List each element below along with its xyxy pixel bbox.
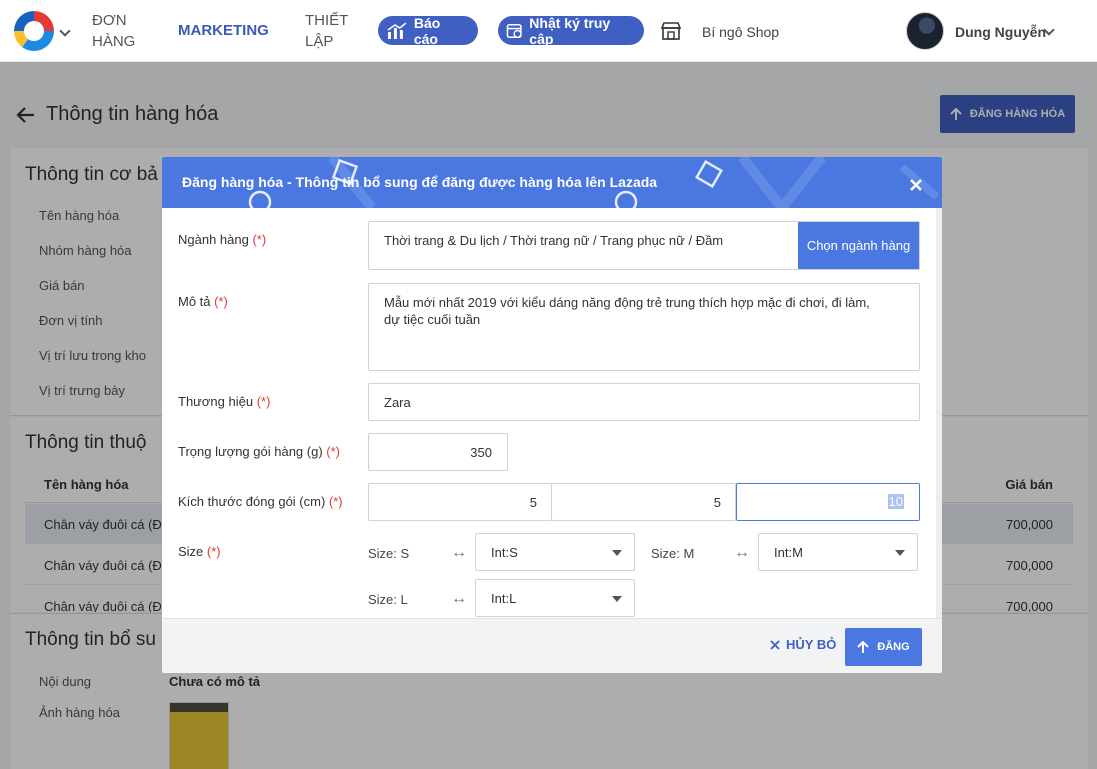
dimension-length-value: 5 bbox=[529, 495, 537, 510]
description-textarea[interactable]: Mẫu mới nhất 2019 với kiểu dáng năng độn… bbox=[368, 283, 920, 371]
brand-value: Zara bbox=[384, 395, 411, 410]
user-name[interactable]: Dung Nguyễn bbox=[955, 24, 1046, 40]
nav-orders[interactable]: ĐƠN HÀNG bbox=[92, 10, 142, 52]
cancel-label: HỦY BỎ bbox=[786, 637, 837, 652]
size-source-l: Size: L bbox=[368, 592, 408, 607]
size-select-m-value: Int:M bbox=[774, 545, 803, 560]
dimension-width-input[interactable]: 5 bbox=[551, 483, 736, 521]
app-logo[interactable] bbox=[14, 11, 54, 51]
modal-scrollbar[interactable] bbox=[936, 208, 942, 618]
dimension-height-value: 10 bbox=[887, 494, 904, 509]
dimension-height-input[interactable]: 10 bbox=[736, 483, 920, 521]
dimension-length-input[interactable]: 5 bbox=[368, 483, 552, 521]
brand-input[interactable]: Zara bbox=[368, 383, 920, 421]
close-icon[interactable] bbox=[910, 179, 922, 191]
size-select-s-value: Int:S bbox=[491, 545, 518, 560]
access-log-label: Nhật ký truy cập bbox=[529, 14, 611, 47]
close-icon bbox=[770, 639, 780, 650]
dimension-label: Kích thước đóng gói (cm) (*) bbox=[178, 494, 343, 509]
modal-title: Đăng hàng hóa - Thông tin bổ sung để đăn… bbox=[182, 174, 658, 190]
modal-header: Đăng hàng hóa - Thông tin bổ sung để đăn… bbox=[162, 157, 942, 208]
chevron-down-icon[interactable] bbox=[59, 25, 71, 37]
cancel-button[interactable]: HỦY BỎ bbox=[770, 637, 836, 652]
category-value: Thời trang & Du lịch / Thời trang nữ / T… bbox=[384, 233, 724, 248]
dimension-width-value: 5 bbox=[713, 495, 721, 510]
size-select-l-value: Int:L bbox=[491, 591, 517, 606]
calendar-clock-icon bbox=[506, 23, 522, 38]
nav-settings[interactable]: THIẾT LẬP bbox=[305, 10, 355, 52]
size-source-m: Size: M bbox=[651, 546, 695, 561]
size-select-s[interactable]: Int:S bbox=[475, 533, 635, 571]
weight-value: 350 bbox=[470, 445, 492, 460]
size-label: Size (*) bbox=[178, 544, 221, 559]
description-value: Mẫu mới nhất 2019 với kiểu dáng năng độn… bbox=[384, 295, 870, 327]
swap-arrows-icon: ↔ bbox=[451, 590, 467, 607]
description-label: Mô tả (*) bbox=[178, 294, 228, 309]
weight-label: Trọng lượng gói hàng (g) (*) bbox=[178, 444, 341, 459]
submit-label: ĐĂNG bbox=[877, 641, 910, 653]
nav-marketing[interactable]: MARKETING bbox=[178, 20, 269, 41]
user-avatar[interactable] bbox=[906, 12, 944, 50]
lazada-publish-modal: Đăng hàng hóa - Thông tin bổ sung để đăn… bbox=[162, 157, 942, 673]
swap-arrows-icon: ↔ bbox=[451, 544, 467, 561]
size-select-l[interactable]: Int:L bbox=[475, 579, 635, 617]
size-source-s: Size: S bbox=[368, 546, 410, 561]
size-select-m[interactable]: Int:M bbox=[758, 533, 918, 571]
submit-button[interactable]: ĐĂNG bbox=[845, 628, 922, 666]
dropdown-caret-icon bbox=[895, 550, 905, 556]
swap-arrows-icon: ↔ bbox=[734, 544, 750, 561]
category-label: Ngành hàng (*) bbox=[178, 232, 267, 247]
top-bar: ĐƠN HÀNG MARKETING THIẾT LẬP Báo cáo Nhậ… bbox=[0, 0, 1097, 62]
bar-chart-icon bbox=[387, 21, 407, 39]
brand-label: Thương hiệu (*) bbox=[178, 394, 271, 409]
shop-icon[interactable] bbox=[660, 21, 682, 41]
dropdown-caret-icon bbox=[612, 550, 622, 556]
dropdown-caret-icon bbox=[612, 596, 622, 602]
shop-name[interactable]: Bí ngô Shop bbox=[702, 24, 779, 40]
modal-footer: HỦY BỎ ĐĂNG bbox=[162, 618, 942, 673]
arrow-up-icon bbox=[857, 640, 870, 653]
access-log-button[interactable]: Nhật ký truy cập bbox=[498, 14, 644, 47]
category-field[interactable]: Thời trang & Du lịch / Thời trang nữ / T… bbox=[368, 221, 920, 270]
report-button[interactable]: Báo cáo bbox=[378, 14, 478, 47]
choose-category-button[interactable]: Chọn ngành hàng bbox=[798, 222, 919, 269]
weight-input[interactable]: 350 bbox=[368, 433, 508, 471]
report-label: Báo cáo bbox=[413, 14, 441, 47]
